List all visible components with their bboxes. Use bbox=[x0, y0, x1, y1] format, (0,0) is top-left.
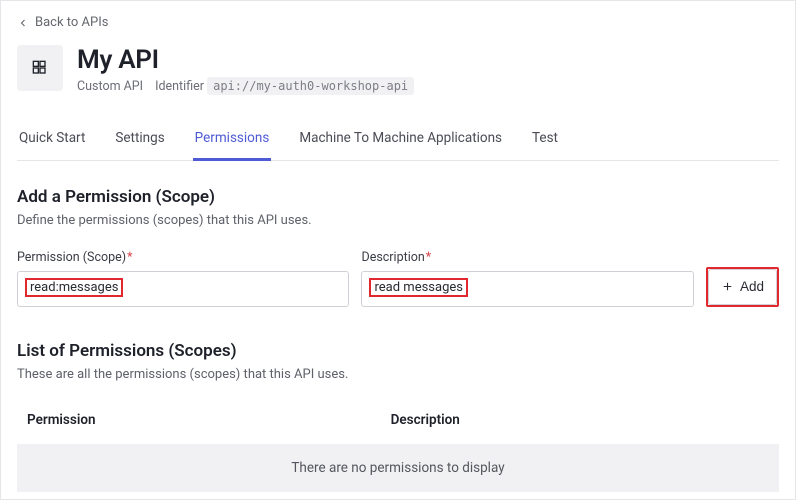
add-permission-desc: Define the permissions (scopes) that thi… bbox=[17, 213, 779, 228]
identifier-label: Identifier bbox=[155, 79, 204, 94]
tabs: Quick Start Settings Permissions Machine… bbox=[17, 120, 779, 161]
list-permissions-title: List of Permissions (Scopes) bbox=[17, 341, 779, 361]
add-button-highlight: Add bbox=[706, 267, 779, 307]
api-header: My API Custom API Identifier api://my-au… bbox=[17, 45, 779, 94]
arrow-left-icon bbox=[17, 17, 29, 29]
back-label: Back to APIs bbox=[35, 15, 108, 30]
tab-permissions[interactable]: Permissions bbox=[193, 120, 272, 161]
tab-m2m-apps[interactable]: Machine To Machine Applications bbox=[297, 120, 504, 161]
description-label: Description* bbox=[361, 250, 693, 265]
add-button[interactable]: Add bbox=[708, 269, 777, 305]
description-input[interactable] bbox=[361, 271, 693, 307]
tab-test[interactable]: Test bbox=[530, 120, 560, 161]
list-permissions-desc: These are all the permissions (scopes) t… bbox=[17, 367, 779, 382]
identifier-value: api://my-auth0-workshop-api bbox=[207, 77, 414, 95]
page-title: My API bbox=[77, 45, 414, 75]
permission-label: Permission (Scope)* bbox=[17, 250, 349, 265]
api-type-label: Custom API bbox=[77, 79, 143, 94]
add-permission-form: Permission (Scope)* read:messages Descri… bbox=[17, 250, 779, 307]
add-permission-title: Add a Permission (Scope) bbox=[17, 187, 779, 207]
permissions-empty-state: There are no permissions to display bbox=[17, 444, 779, 492]
col-permission: Permission bbox=[27, 412, 391, 428]
col-description: Description bbox=[391, 412, 769, 428]
tab-settings[interactable]: Settings bbox=[113, 120, 166, 161]
api-icon-box bbox=[17, 45, 63, 91]
permissions-table-header: Permission Description bbox=[17, 402, 779, 438]
back-to-apis-link[interactable]: Back to APIs bbox=[17, 15, 108, 30]
tab-quick-start[interactable]: Quick Start bbox=[17, 120, 87, 161]
add-button-label: Add bbox=[740, 279, 764, 294]
permission-input[interactable] bbox=[17, 271, 349, 307]
plus-icon bbox=[721, 280, 734, 293]
api-cube-icon bbox=[30, 58, 50, 78]
